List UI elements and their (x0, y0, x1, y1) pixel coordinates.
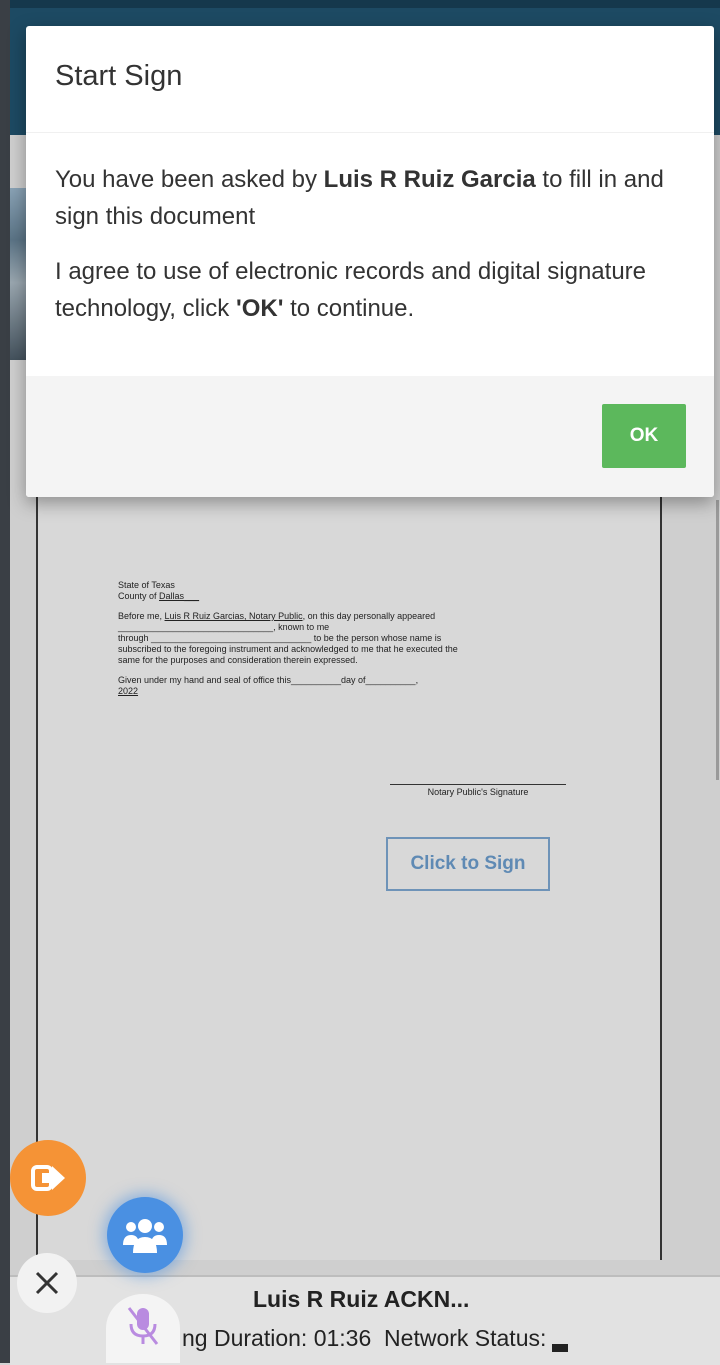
click-to-sign-button[interactable]: Click to Sign (386, 837, 550, 891)
acknowledgment-line-4: subscribed to the foregoing instrument a… (118, 644, 458, 654)
dialog-body: You have been asked by Luis R Ruiz Garci… (55, 161, 685, 345)
mute-button[interactable] (106, 1294, 180, 1363)
consent-message: I agree to use of electronic records and… (55, 258, 647, 322)
mic-off-icon (127, 1307, 159, 1345)
signature-line (390, 784, 566, 785)
exit-button[interactable] (10, 1140, 86, 1216)
document-text: State of Texas County of Dallas___ Befor… (118, 580, 578, 697)
scrollbar[interactable] (716, 500, 719, 780)
dialog-title: Start Sign (55, 60, 183, 92)
left-edge (0, 0, 10, 1363)
acknowledgment-line-5: same for the purposes and consideration … (118, 655, 358, 665)
county-line: County of Dallas___ (118, 591, 200, 601)
network-indicator (552, 1344, 569, 1352)
state-line: State of Texas (118, 580, 175, 590)
signature-label: Notary Public's Signature (427, 787, 529, 797)
session-title: Luis R Ruiz ACKN... (253, 1286, 470, 1312)
participants-button[interactable] (107, 1197, 183, 1273)
dialog-divider (26, 132, 714, 133)
acknowledgment-paragraph: Before me, Luis R Ruiz Garcias, Notary P… (118, 611, 436, 621)
acknowledgment-line-3: through ________________________________… (118, 633, 442, 643)
close-button[interactable] (17, 1253, 77, 1313)
header-edge (10, 0, 720, 8)
network-status-label: Network Status: (384, 1325, 547, 1351)
exit-icon (31, 1165, 65, 1191)
ok-button[interactable]: OK (602, 404, 686, 468)
close-icon (35, 1271, 59, 1295)
session-status: ng Duration: 01:36 Network Status: (182, 1325, 569, 1352)
acknowledgment-line-2: _______________________________, known t… (118, 622, 330, 632)
start-sign-dialog: Start Sign You have been asked by Luis R… (26, 26, 714, 497)
dialog-footer: OK (26, 376, 714, 497)
given-under-line: Given under my hand and seal of office t… (118, 675, 419, 685)
users-icon (123, 1219, 167, 1253)
duration-value: 01:36 (313, 1325, 372, 1351)
requester-name: Luis R Ruiz Garcia (323, 166, 536, 193)
request-message: You have been asked by Luis R Ruiz Garci… (55, 166, 664, 230)
year-line: 2022 (118, 686, 139, 696)
